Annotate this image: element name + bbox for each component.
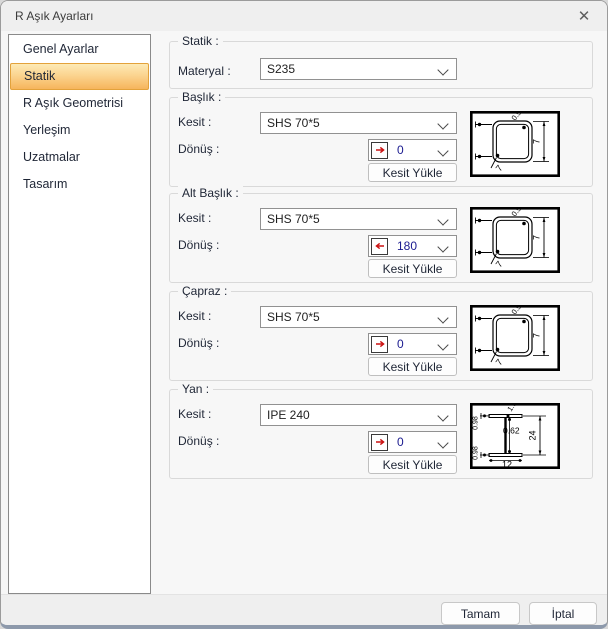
kesit-label: Kesit : <box>178 309 211 323</box>
sidebar-list: Genel Ayarlar Statik R Aşık Geometrisi Y… <box>8 34 151 594</box>
dim-label-flange-bottom: 0.98 <box>473 446 480 460</box>
chevron-down-icon[interactable] <box>437 145 448 156</box>
alt-baslik-donus-value: 180 <box>397 239 417 253</box>
yan-kesit-value: IPE 240 <box>267 408 310 422</box>
donus-label: Dönüş : <box>178 142 219 156</box>
group-baslik-title: Başlık : <box>178 90 225 104</box>
rotation-arrow-right-icon <box>371 336 388 353</box>
baslik-donus-value: 0 <box>397 143 404 157</box>
yan-donus-select[interactable]: 0 <box>368 431 457 453</box>
sidebar-item-uzatmalar[interactable]: Uzatmalar <box>10 144 149 171</box>
capraz-donus-value: 0 <box>397 337 404 351</box>
chevron-down-icon[interactable] <box>437 118 448 129</box>
yan-donus-value: 0 <box>397 435 404 449</box>
dialog-window: R Aşık Ayarları ✕ Genel Ayarlar Statik R… <box>0 0 608 629</box>
chevron-down-icon[interactable] <box>437 214 448 225</box>
dim-label-width: 12 <box>502 460 512 470</box>
dim-label-height: 24 <box>528 430 538 440</box>
kesit-label: Kesit : <box>178 211 211 225</box>
donus-label: Dönüş : <box>178 336 219 350</box>
sidebar-item-tasarim[interactable]: Tasarım <box>10 171 149 198</box>
kesit-label: Kesit : <box>178 407 211 421</box>
capraz-kesit-yukle-button[interactable]: Kesit Yükle <box>368 357 457 376</box>
yan-kesit-select[interactable]: IPE 240 <box>260 404 457 426</box>
group-capraz-title: Çapraz : <box>178 284 231 298</box>
group-yan: Yan : Kesit : IPE 240 Dönüş : 0 Kesit Yü… <box>169 389 593 479</box>
dim-label-height: 7 <box>532 139 542 144</box>
dim-label-height: 7 <box>532 333 542 338</box>
capraz-kesit-value: SHS 70*5 <box>267 310 320 324</box>
dim-label-height: 7 <box>532 235 542 240</box>
baslik-kesit-value: SHS 70*5 <box>267 116 320 130</box>
donus-label: Dönüş : <box>178 238 219 252</box>
kesit-label: Kesit : <box>178 115 211 129</box>
title-bar: R Aşık Ayarları ✕ <box>1 1 607 31</box>
baslik-donus-select[interactable]: 0 <box>368 139 457 161</box>
capraz-kesit-select[interactable]: SHS 70*5 <box>260 306 457 328</box>
materyal-label: Materyal : <box>178 64 231 78</box>
chevron-down-icon[interactable] <box>437 437 448 448</box>
group-statik: Statik : Materyal : S235 <box>169 41 593 89</box>
group-statik-title: Statik : <box>178 34 223 48</box>
section-preview-shs: 7 0.5 7 <box>470 207 560 273</box>
window-title: R Aşık Ayarları <box>15 9 93 23</box>
sidebar-item-statik[interactable]: Statik <box>10 63 149 90</box>
dim-label-flange-top: 0.98 <box>473 416 480 430</box>
alt-baslik-kesit-value: SHS 70*5 <box>267 212 320 226</box>
chevron-down-icon[interactable] <box>437 339 448 350</box>
cancel-button[interactable]: İptal <box>529 602 597 625</box>
capraz-donus-select[interactable]: 0 <box>368 333 457 355</box>
baslik-kesit-select[interactable]: SHS 70*5 <box>260 112 457 134</box>
group-alt-baslik: Alt Başlık : Kesit : SHS 70*5 Dönüş : 18… <box>169 193 593 283</box>
ok-button[interactable]: Tamam <box>441 602 520 625</box>
group-baslik: Başlık : Kesit : SHS 70*5 Dönüş : 0 Kesi… <box>169 97 593 187</box>
rotation-arrow-right-icon <box>371 142 388 159</box>
group-yan-title: Yan : <box>178 382 213 396</box>
sidebar-item-yerlesim[interactable]: Yerleşim <box>10 117 149 144</box>
dim-label-web: 0.62 <box>503 426 520 436</box>
dialog-footer: Tamam İptal <box>1 594 607 627</box>
rotation-arrow-right-icon <box>371 434 388 451</box>
chevron-down-icon[interactable] <box>437 241 448 252</box>
group-alt-baslik-title: Alt Başlık : <box>178 186 243 200</box>
sidebar-item-r-asik-geometrisi[interactable]: R Aşık Geometrisi <box>10 90 149 117</box>
materyal-value: S235 <box>267 62 295 76</box>
sidebar-item-genel-ayarlar[interactable]: Genel Ayarlar <box>10 36 149 63</box>
chevron-down-icon[interactable] <box>437 410 448 421</box>
donus-label: Dönüş : <box>178 434 219 448</box>
alt-baslik-kesit-select[interactable]: SHS 70*5 <box>260 208 457 230</box>
rotation-arrow-left-icon <box>371 238 388 255</box>
alt-baslik-donus-select[interactable]: 180 <box>368 235 457 257</box>
section-preview-shs: 7 0.5 7 <box>470 111 560 177</box>
alt-baslik-kesit-yukle-button[interactable]: Kesit Yükle <box>368 259 457 278</box>
close-icon[interactable]: ✕ <box>574 7 594 27</box>
materyal-select[interactable]: S235 <box>260 58 457 80</box>
group-capraz: Çapraz : Kesit : SHS 70*5 Dönüş : 0 Kesi… <box>169 291 593 381</box>
chevron-down-icon[interactable] <box>437 312 448 323</box>
yan-kesit-yukle-button[interactable]: Kesit Yükle <box>368 455 457 474</box>
section-preview-shs: 7 0.5 7 <box>470 305 560 371</box>
baslik-kesit-yukle-button[interactable]: Kesit Yükle <box>368 163 457 182</box>
section-preview-ipe: 0.98 0.98 0.62 1.6 24 12 <box>470 403 560 469</box>
chevron-down-icon[interactable] <box>437 64 448 75</box>
